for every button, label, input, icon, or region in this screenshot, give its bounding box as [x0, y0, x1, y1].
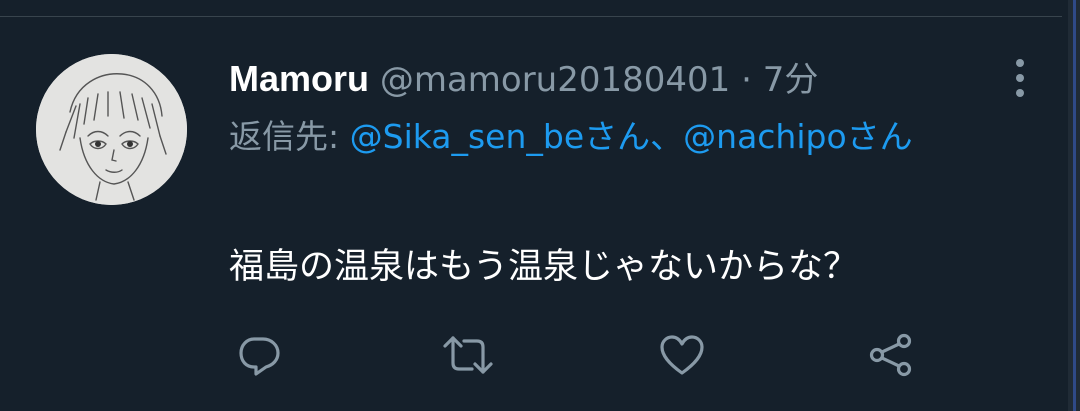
share-icon	[866, 333, 914, 377]
scrollbar[interactable]	[1068, 0, 1080, 411]
reply-mention-link[interactable]: @nachipoさん	[683, 117, 913, 156]
reply-prefix: 返信先:	[229, 117, 340, 156]
retweet-icon	[442, 333, 493, 377]
more-vertical-icon	[1005, 59, 1035, 105]
tweet[interactable]: Mamoru @mamoru20180401 · 7分 返信先: @Sika_s…	[0, 17, 1062, 411]
reply-icon	[236, 333, 284, 377]
reply-context: 返信先: @Sika_sen_beさん、@nachipoさん	[229, 113, 1019, 161]
share-button[interactable]	[866, 333, 914, 377]
more-button[interactable]	[1005, 55, 1035, 101]
scrollbar-edge	[1073, 0, 1076, 411]
like-button[interactable]	[658, 333, 706, 377]
tweet-header: Mamoru @mamoru20180401 · 7分	[229, 55, 818, 103]
avatar[interactable]	[36, 54, 187, 205]
reply-mention-link[interactable]: @Sika_sen_beさん	[350, 117, 651, 156]
display-name[interactable]: Mamoru	[229, 58, 369, 99]
separator-dot: ·	[741, 60, 752, 100]
retweet-button[interactable]	[442, 333, 493, 377]
reply-button[interactable]	[236, 333, 284, 377]
like-icon	[658, 333, 706, 377]
user-handle[interactable]: @mamoru20180401	[380, 60, 730, 100]
reply-joiner: 、	[650, 117, 684, 156]
timestamp[interactable]: 7分	[763, 60, 819, 100]
tweet-text: 福島の温泉はもう温泉じゃないからな？	[229, 247, 858, 287]
